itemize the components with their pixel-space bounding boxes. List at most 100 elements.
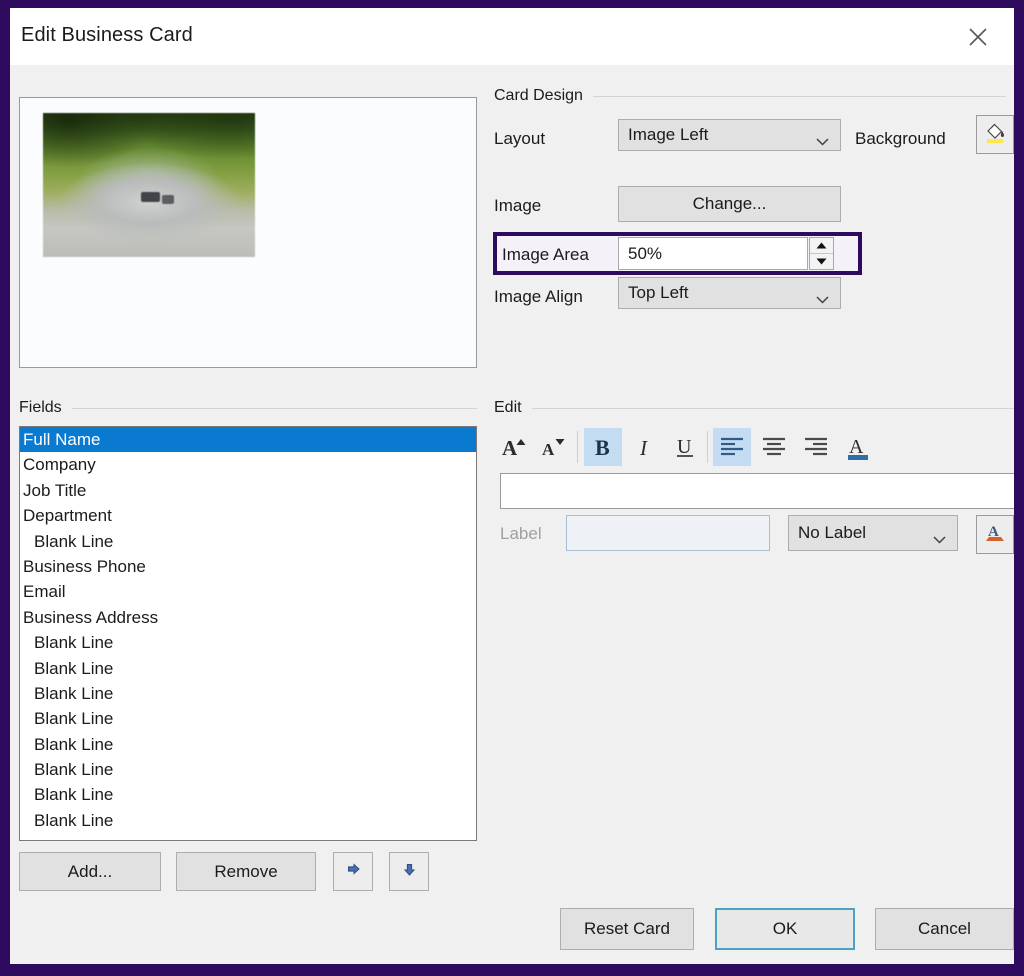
shrink-font-icon[interactable]: A <box>535 428 573 466</box>
image-align-select[interactable]: Top Left <box>618 277 841 309</box>
font-color-icon[interactable]: A <box>839 428 877 466</box>
align-right-icon[interactable] <box>797 428 835 466</box>
toolbar-separator <box>707 431 708 463</box>
list-item[interactable]: Blank Line <box>20 757 476 782</box>
align-center-icon[interactable] <box>755 428 793 466</box>
section-divider <box>531 407 1014 409</box>
page-title: Edit Business Card <box>21 24 193 46</box>
list-item-label: Company <box>23 455 96 475</box>
section-divider <box>71 407 477 409</box>
car-shape <box>140 192 160 203</box>
reset-card-label: Reset Card <box>584 919 670 938</box>
background-color-button[interactable] <box>976 115 1014 154</box>
list-item[interactable]: Blank Line <box>20 808 476 833</box>
section-divider <box>592 95 1006 97</box>
image-align-label: Image Align <box>494 287 583 306</box>
list-item[interactable]: Blank Line <box>20 782 476 807</box>
image-area-value: 50% <box>628 243 663 263</box>
ok-button[interactable]: OK <box>715 908 855 950</box>
svg-text:A: A <box>502 436 518 460</box>
align-left-icon[interactable] <box>713 428 751 466</box>
label-text-input[interactable] <box>566 515 770 551</box>
add-field-button[interactable]: Add... <box>19 852 161 891</box>
ok-label: OK <box>772 919 798 938</box>
list-item[interactable]: Job Title <box>20 478 476 503</box>
list-item[interactable]: Blank Line <box>20 656 476 681</box>
close-button[interactable] <box>958 20 998 54</box>
list-item[interactable]: Blank Line <box>20 529 476 554</box>
remove-field-button[interactable]: Remove <box>176 852 316 891</box>
label-type-select-value: No Label <box>798 523 867 542</box>
list-item[interactable]: Business Address <box>20 605 476 630</box>
close-icon <box>967 26 989 48</box>
spinner-down-icon[interactable] <box>810 254 833 270</box>
svg-text:U: U <box>677 436 692 458</box>
edit-business-card-dialog: Edit Business Card Fields Full Name Comp… <box>10 8 1014 964</box>
background-label: Background <box>855 129 946 148</box>
list-item-label: Business Phone <box>23 556 146 576</box>
window-frame: Edit Business Card Fields Full Name Comp… <box>0 0 1024 976</box>
list-item-label: Email <box>23 582 66 602</box>
card-preview-image <box>43 113 255 257</box>
dialog-body: Fields Full Name Company Job Title Departme… <box>10 65 1014 964</box>
formatting-toolbar: A A B I U A <box>496 425 1014 473</box>
underline-icon[interactable]: U <box>666 428 704 466</box>
title-bar: Edit Business Card <box>10 8 1014 65</box>
list-item-label: Blank Line <box>34 734 114 754</box>
list-item-label: Full Name <box>23 430 101 449</box>
edit-section-title: Edit <box>494 399 522 416</box>
fields-list[interactable]: Full Name Company Job Title Department Blank… <box>19 426 477 841</box>
svg-text:A: A <box>849 436 864 458</box>
list-item-label: Blank Line <box>34 709 114 729</box>
list-item[interactable]: Blank Line <box>20 706 476 731</box>
change-image-button[interactable]: Change... <box>618 186 841 222</box>
svg-text:I: I <box>639 436 648 460</box>
label-font-color-icon: A <box>982 519 1008 550</box>
fields-section-title: Fields <box>19 399 62 416</box>
image-align-select-value: Top Left <box>628 283 689 302</box>
list-item-label: Blank Line <box>34 785 114 805</box>
arrow-down-icon <box>401 861 418 883</box>
svg-text:B: B <box>595 435 610 460</box>
list-item[interactable]: Blank Line <box>20 681 476 706</box>
list-item[interactable]: Blank Line <box>20 732 476 757</box>
list-item-label: Blank Line <box>34 633 114 653</box>
label-label: Label <box>500 524 542 543</box>
layout-select-value: Image Left <box>628 125 709 144</box>
add-field-label: Add... <box>67 861 113 881</box>
layout-select[interactable]: Image Left <box>618 119 841 151</box>
label-type-select[interactable]: No Label <box>788 515 958 551</box>
list-item-label: Blank Line <box>34 760 114 780</box>
list-item[interactable]: Department <box>20 503 476 528</box>
italic-icon[interactable]: I <box>626 428 664 466</box>
list-item[interactable]: Full Name <box>20 427 476 453</box>
reset-card-button[interactable]: Reset Card <box>560 908 694 950</box>
field-text-input[interactable] <box>500 473 1014 509</box>
card-preview[interactable] <box>19 97 477 368</box>
image-area-input[interactable]: 50% <box>618 237 808 270</box>
list-item-label: Department <box>23 506 112 526</box>
chevron-down-icon <box>933 529 946 544</box>
move-field-up-button[interactable] <box>333 852 373 891</box>
cancel-button[interactable]: Cancel <box>875 908 1014 950</box>
bold-icon[interactable]: B <box>584 428 622 466</box>
label-font-color-button[interactable]: A <box>976 515 1014 554</box>
list-item-label: Blank Line <box>34 658 114 678</box>
toolbar-separator <box>577 431 578 463</box>
spinner-up-icon[interactable] <box>810 238 833 254</box>
list-item[interactable]: Business Phone <box>20 554 476 579</box>
move-field-down-button[interactable] <box>389 852 429 891</box>
layout-label: Layout <box>494 129 546 148</box>
fields-section-header: Fields <box>19 399 477 417</box>
list-item[interactable]: Email <box>20 579 476 604</box>
list-item-label: Business Address <box>23 607 159 627</box>
card-design-section-title: Card Design <box>494 87 583 104</box>
list-item[interactable]: Blank Line <box>20 630 476 655</box>
list-item-label: Blank Line <box>34 531 114 551</box>
edit-section-header: Edit <box>494 399 1014 417</box>
grow-font-icon[interactable]: A <box>496 428 534 466</box>
cancel-label: Cancel <box>918 919 971 938</box>
image-area-stepper[interactable] <box>809 237 834 270</box>
list-item[interactable]: Company <box>20 452 476 477</box>
image-label: Image <box>494 196 542 215</box>
